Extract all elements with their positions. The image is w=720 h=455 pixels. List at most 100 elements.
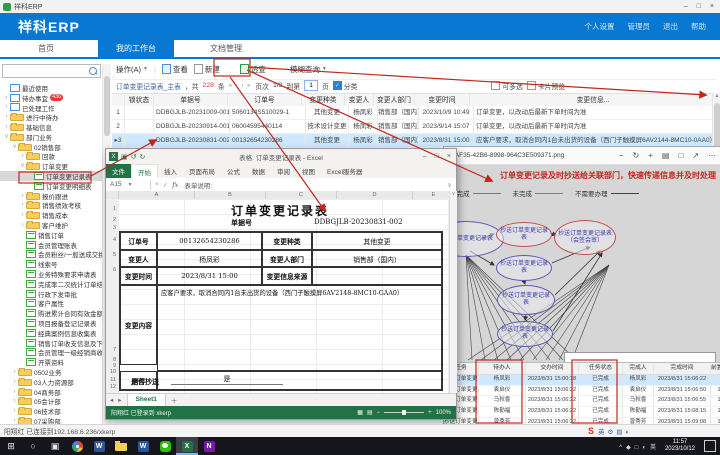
excel-minimize-button[interactable]: – <box>423 153 427 160</box>
row-number[interactable]: 1 <box>106 206 116 212</box>
expand-arrow-icon[interactable]: › <box>19 193 26 199</box>
sidebar-item[interactable]: ›05会计部 <box>0 397 102 407</box>
card-preview-checkbox[interactable]: 卡片预览 <box>527 81 565 91</box>
sidebar-item[interactable]: ›04商务部 <box>0 387 102 397</box>
ime-icon[interactable]: ◐ <box>626 429 630 436</box>
tray-icon[interactable]: ◐ <box>642 445 646 451</box>
ime-icon[interactable]: 英 <box>598 429 605 436</box>
goto-page-input[interactable] <box>304 80 318 91</box>
select-all-corner[interactable] <box>106 191 119 199</box>
close-button[interactable]: × <box>710 3 714 10</box>
tray-icon[interactable]: ◆ <box>626 445 631 451</box>
sidebar-item[interactable]: ›销售成本 <box>0 210 102 220</box>
workflow-node[interactable]: 抄送订单变更记录表 <box>496 255 552 281</box>
sidebar-item[interactable]: 客户属性 <box>0 299 102 309</box>
sidebar-item[interactable]: ›待办事宜436 <box>0 93 102 103</box>
taskbar-onenote-icon[interactable]: N <box>198 437 220 455</box>
sidebar-item[interactable]: ›销售绩效考核 <box>0 201 102 211</box>
expand-arrow-icon[interactable]: › <box>3 104 10 110</box>
sidebar-item[interactable]: ›基础信息 <box>0 122 102 132</box>
sogou-logo-icon[interactable]: S <box>588 426 594 436</box>
row-number[interactable]: 5 <box>106 252 116 258</box>
multi-select-checkbox[interactable]: 可多选 <box>491 81 522 91</box>
ribbon-tab-公式[interactable]: 公式 <box>221 164 246 178</box>
sidebar-item[interactable]: v订单变更 <box>0 161 102 171</box>
sidebar-item[interactable]: ›报价跟进 <box>0 191 102 201</box>
ribbon-tab-数据[interactable]: 数据 <box>246 164 271 178</box>
taskbar-word-doc-icon[interactable]: W <box>132 437 154 455</box>
header-link[interactable]: 帮助 <box>691 21 706 32</box>
sidebar-item[interactable]: ›06技术部 <box>0 406 102 416</box>
workflow-node[interactable]: 抄送订单变更记录表 <box>497 321 553 347</box>
expand-arrow-icon[interactable]: v <box>19 163 26 169</box>
taskbar-search-icon[interactable]: ○ <box>22 437 44 455</box>
workflow-node[interactable]: 抄送订单变更记录表 <box>497 285 555 315</box>
tray-icon[interactable]: 英 <box>650 445 656 451</box>
task-row[interactable]: 抄送订单变更记录表杨凤彩2023/8/31 15:00:18已完成杨凤彩2023… <box>444 375 720 386</box>
tab-首页[interactable]: 首页 <box>8 40 84 57</box>
sidebar-item[interactable]: ›进行中待办 <box>0 112 102 122</box>
tab-文档管理[interactable]: 文档管理 <box>188 40 264 57</box>
excel-close-button[interactable]: × <box>447 153 451 160</box>
minimize-button[interactable]: – <box>684 3 688 10</box>
taskbar-start-icon[interactable]: ⊞ <box>0 437 22 455</box>
taskbar-wechat-icon[interactable] <box>154 437 176 455</box>
task-row[interactable]: 抄送订单变更记录表陈勤福2023/8/31 15:06:22已完成陈勤福2023… <box>444 407 720 418</box>
fx-icon[interactable]: fx <box>172 181 178 189</box>
view-normal-icon[interactable]: ▦ <box>357 409 363 416</box>
ribbon-tab-文件[interactable]: 文件 <box>106 164 131 178</box>
excel-sheet[interactable]: 订单变更记录表 单据号 DDBGJLB-20230831-002 订单号 001… <box>118 199 449 393</box>
table-row[interactable]: 1DDBGJLB-20231009-0015060134S510029-1其他变… <box>112 106 712 120</box>
search-input[interactable] <box>3 65 89 77</box>
drill-button[interactable]: 透查 <box>240 64 266 75</box>
sidebar-item[interactable]: 购进累计合同有效金额 <box>0 308 102 318</box>
sidebar-item[interactable]: ›03人力资源部 <box>0 377 102 387</box>
sidebar-item[interactable]: ›已处理工作 <box>0 103 102 113</box>
action-center-icon[interactable] <box>704 440 716 452</box>
task-column-header[interactable]: 待办人 <box>479 363 526 374</box>
sheet-nav-left-icon[interactable]: ◂ <box>110 396 113 404</box>
row-number[interactable]: 7 <box>106 347 116 353</box>
expand-arrow-icon[interactable]: v <box>3 134 10 140</box>
expand-arrow-icon[interactable]: › <box>19 212 26 218</box>
sidebar-item[interactable]: 行政下发审批 <box>0 289 102 299</box>
taskbar-file-explorer-icon[interactable] <box>110 437 132 455</box>
taskbar-clock[interactable]: 11:57 2023/10/12 <box>665 439 695 453</box>
add-sheet-icon[interactable]: ＋ <box>171 395 178 405</box>
sheet-nav-right-icon[interactable]: ▸ <box>118 396 121 404</box>
expand-arrow-icon[interactable]: › <box>11 398 18 404</box>
formula-text[interactable]: 表单说明: <box>184 180 212 190</box>
sidebar-item[interactable]: ›07采购部 <box>0 416 102 424</box>
sidebar-item[interactable]: 经典案例信息收集表 <box>0 328 102 338</box>
expand-arrow-icon[interactable]: › <box>3 114 10 120</box>
confirm-entry-icon[interactable]: ✓ <box>163 181 168 189</box>
taskbar-chrome-icon[interactable] <box>66 437 88 455</box>
sidebar-item[interactable]: 最近使用 <box>0 83 102 93</box>
ribbon-tab-视图[interactable]: 视图 <box>296 164 321 178</box>
cancel-entry-icon[interactable]: × <box>155 181 159 188</box>
maximize-button[interactable]: □ <box>697 3 701 10</box>
redo-icon[interactable]: ↻ <box>140 153 146 161</box>
expand-arrow-icon[interactable]: › <box>19 222 26 228</box>
header-link[interactable]: 管理员 <box>628 21 651 32</box>
task-column-header[interactable]: 完成人 <box>623 363 654 374</box>
column-header[interactable]: C <box>266 191 337 199</box>
expand-arrow-icon[interactable]: › <box>3 95 10 101</box>
column-header[interactable]: B <box>195 191 266 199</box>
row-number[interactable]: 10 <box>106 369 116 375</box>
view-button[interactable]: 查看 <box>162 64 188 75</box>
sidebar-item[interactable]: v02销售部 <box>0 142 102 152</box>
expand-arrow-icon[interactable]: › <box>11 408 18 414</box>
excel-scrollbar[interactable]: ∨ <box>449 191 457 393</box>
sidebar-item[interactable]: 会员管理账表 <box>0 240 102 250</box>
pager-nav-buttons[interactable]: « ‹ › » <box>229 83 252 89</box>
expand-arrow-icon[interactable]: › <box>3 124 10 130</box>
row-number[interactable]: 11 <box>106 377 116 383</box>
header-link[interactable]: 退出 <box>663 21 678 32</box>
ribbon-tab-开始[interactable]: 开始 <box>131 164 158 178</box>
tray-icon[interactable]: ^ <box>619 445 622 451</box>
ribbon-tab-审阅[interactable]: 审阅 <box>271 164 296 178</box>
create-button[interactable]: 新建 <box>194 64 220 75</box>
zoom-in-icon[interactable]: + <box>428 410 432 416</box>
tray-icon[interactable]: □ <box>635 445 639 451</box>
